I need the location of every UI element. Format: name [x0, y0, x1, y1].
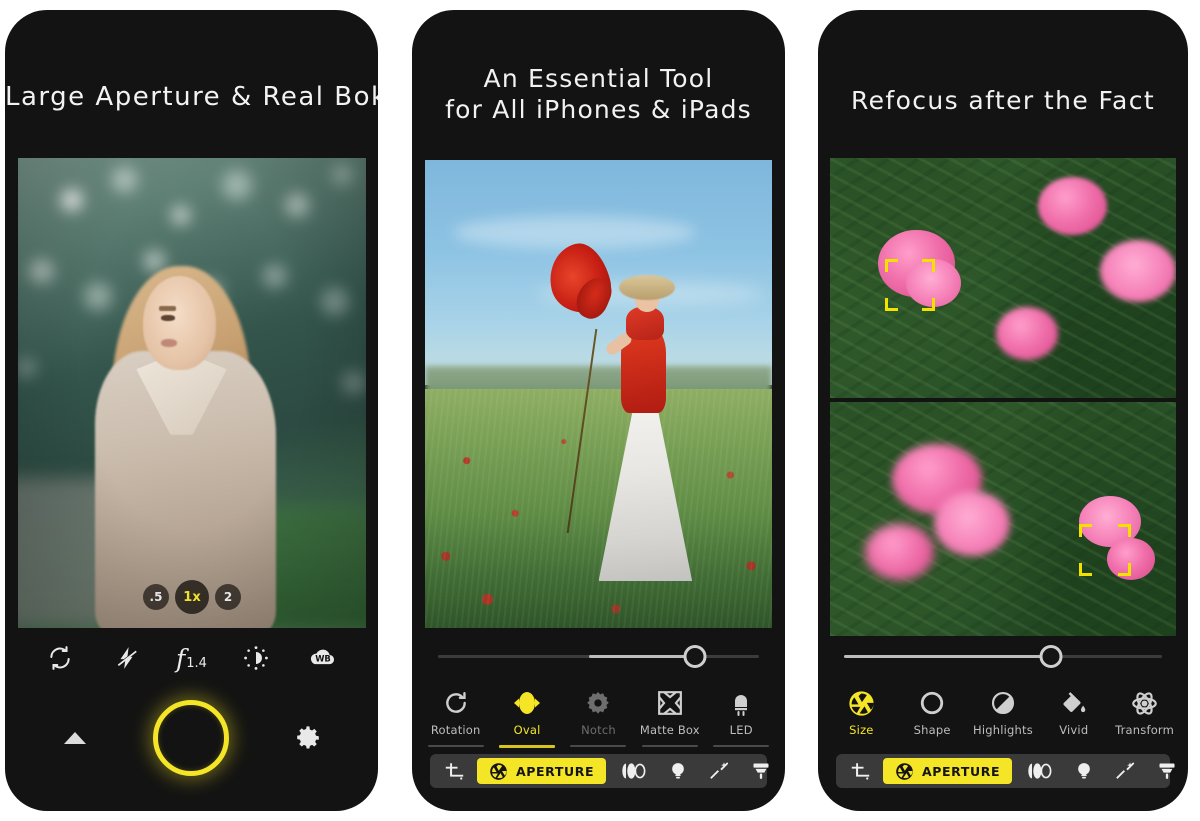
flip-camera-icon[interactable]: [43, 641, 77, 675]
zoom-level-selector[interactable]: .5 1x 2: [143, 580, 241, 614]
tool-vivid[interactable]: Vivid: [1042, 688, 1106, 737]
photo-preview-3-top[interactable]: [830, 158, 1176, 398]
tool-transform[interactable]: Transform: [1113, 688, 1177, 737]
tool-size[interactable]: Size: [829, 688, 893, 737]
tool-underline: [570, 745, 627, 747]
tab-crop[interactable]: [842, 758, 879, 784]
tool-oval[interactable]: Oval: [495, 688, 559, 757]
aperture-size-icon: [848, 688, 875, 718]
zoom-pill-0.5x[interactable]: .5: [143, 584, 169, 610]
tab-magic-wand[interactable]: [1106, 758, 1144, 784]
tool-label: Rotation: [430, 723, 481, 737]
flash-off-icon[interactable]: [110, 641, 144, 675]
matte-box-icon: [657, 688, 683, 718]
transform-atom-icon: [1131, 688, 1158, 718]
tab-aperture[interactable]: APERTURE: [883, 758, 1013, 784]
fstop-value: 1.4: [186, 655, 207, 671]
tool-strip-3: Size Shape Highlights Vivid Transform: [826, 688, 1180, 737]
tool-highlights[interactable]: Highlights: [971, 688, 1035, 737]
tab-magic-wand[interactable]: [700, 758, 738, 784]
panel-2-headline-line2: for All iPhones & iPads: [445, 94, 752, 124]
tool-label: Oval: [513, 723, 541, 737]
tool-shape[interactable]: Shape: [900, 688, 964, 737]
highlights-icon: [990, 688, 1016, 718]
tab-aperture-label: APERTURE: [516, 763, 595, 779]
tab-brush[interactable]: [742, 758, 780, 784]
paint-bucket-icon: [1061, 688, 1087, 718]
panel-2-headline-line1: An Essential Tool: [483, 64, 714, 93]
phone-mockup-2: An Essential Tool for All iPhones & iPad…: [412, 10, 785, 811]
aperture-fstop-icon[interactable]: f 1.4: [176, 644, 207, 673]
photo-preview-3-bottom[interactable]: [830, 402, 1176, 636]
fstop-f-glyph: f: [176, 643, 186, 673]
tool-rotation[interactable]: Rotation: [424, 688, 488, 757]
oval-aperture-icon: [507, 688, 547, 718]
slider-fill: [844, 655, 1051, 658]
slider-fill: [588, 655, 695, 658]
tool-led[interactable]: LED: [709, 688, 773, 757]
rotate-cw-icon: [443, 688, 469, 718]
shutter-button[interactable]: [153, 700, 230, 776]
settings-gear-icon[interactable]: [291, 721, 325, 755]
tab-aperture-label: APERTURE: [922, 763, 1001, 779]
tab-lens-blur[interactable]: [1016, 758, 1062, 784]
panel-3-headline: Refocus after the Fact: [850, 86, 1156, 115]
aperture-icon: [490, 762, 507, 780]
tool-label: Vivid: [1059, 723, 1089, 737]
tab-crop[interactable]: [436, 758, 473, 784]
notch-gear-icon: [585, 688, 611, 718]
tool-label: Highlights: [973, 723, 1033, 737]
slider-knob[interactable]: [1039, 645, 1063, 668]
tool-underline: [713, 745, 770, 747]
camera-shutter-row: [5, 700, 378, 776]
tool-label: Transform: [1115, 723, 1175, 737]
camera-settings-row: f 1.4 WB: [5, 640, 378, 676]
phone-mockup-1: Large Aperture & Real Bokeh .5 1x 2: [5, 10, 378, 811]
tool-label: LED: [729, 723, 753, 737]
tool-strip-2: Rotation Oval Notch Matte Box LED: [420, 688, 777, 757]
bokeh-portrait-photo: [18, 158, 366, 628]
expand-chevron-up-icon[interactable]: [58, 721, 92, 755]
tab-lens-blur[interactable]: [610, 758, 656, 784]
panel-1-headline: Large Aperture & Real Bokeh: [5, 82, 378, 112]
effect-slider-3[interactable]: [844, 644, 1162, 670]
poppy-field-photo: [425, 160, 772, 628]
slider-knob[interactable]: [683, 645, 707, 668]
tab-lighting[interactable]: [660, 758, 696, 784]
camera-preview-1[interactable]: .5 1x 2: [18, 158, 366, 628]
tool-underline: [499, 745, 556, 748]
focus-reticle-bottom[interactable]: [1079, 523, 1132, 576]
tool-label: Notch: [581, 723, 616, 737]
white-balance-icon[interactable]: WB: [306, 641, 340, 675]
tool-matte-box[interactable]: Matte Box: [638, 688, 702, 757]
bottom-tab-bar-3: APERTURE: [836, 754, 1175, 788]
phone-mockup-3: Refocus after the Fact Size Shape Highli…: [818, 10, 1188, 811]
tool-label: Shape: [913, 723, 951, 737]
screenshot-stage: Large Aperture & Real Bokeh .5 1x 2: [0, 0, 1200, 821]
led-icon: [729, 688, 753, 718]
bottom-tab-bar-2: APERTURE: [430, 754, 769, 788]
tool-label: Size: [849, 723, 874, 737]
svg-text:WB: WB: [315, 654, 331, 664]
tool-underline: [427, 745, 484, 747]
tab-lighting[interactable]: [1066, 758, 1102, 784]
tool-notch[interactable]: Notch: [566, 688, 630, 757]
circle-shape-icon: [919, 688, 945, 718]
focus-reticle-top[interactable]: [885, 258, 936, 311]
zoom-pill-2x[interactable]: 2: [215, 584, 241, 610]
exposure-icon[interactable]: [239, 641, 273, 675]
tab-aperture[interactable]: APERTURE: [477, 758, 607, 784]
tab-brush[interactable]: [1148, 758, 1186, 784]
tool-label: Matte Box: [639, 723, 700, 737]
tool-underline: [641, 745, 698, 747]
zoom-pill-1x[interactable]: 1x: [175, 580, 209, 614]
aperture-icon: [896, 762, 913, 780]
effect-slider-2[interactable]: [438, 644, 759, 670]
panel-2-headline: An Essential Tool for All iPhones & iPad…: [412, 64, 785, 125]
photo-preview-2[interactable]: [425, 160, 772, 628]
